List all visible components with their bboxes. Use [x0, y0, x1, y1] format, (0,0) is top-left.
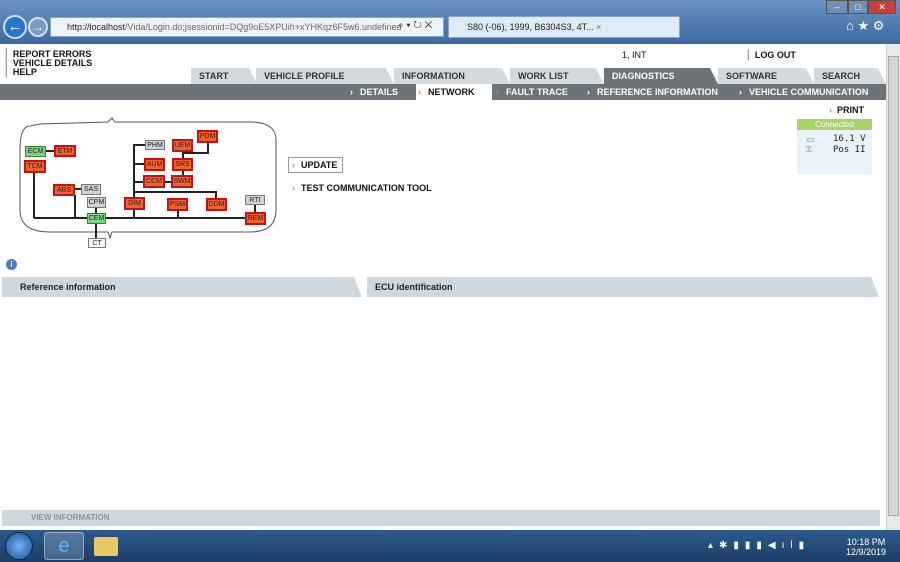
home-star-gear-icons[interactable]: ⌂ ★ ⚙: [846, 18, 884, 34]
back-arrow-icon[interactable]: ←: [3, 15, 27, 39]
ecu-node-phm[interactable]: PHM: [145, 140, 165, 150]
ignition-value: Pos II: [833, 145, 866, 155]
subtab-reference-information[interactable]: REFERENCE INFORMATION: [585, 84, 725, 101]
logout-link[interactable]: LOG OUT: [748, 50, 796, 61]
subtab-network[interactable]: NETWORK: [416, 84, 492, 101]
ecu-node-uem[interactable]: UEM: [172, 139, 193, 152]
ecu-node-swm[interactable]: SWM: [171, 175, 193, 188]
clock-date: 12/9/2019: [845, 547, 887, 557]
ecu-node-abs[interactable]: ABS: [53, 184, 75, 196]
minimize-button[interactable]: –: [826, 0, 848, 14]
subtab-details[interactable]: DETAILS: [348, 84, 414, 101]
scrollbar[interactable]: [886, 44, 900, 530]
ecu-node-rti[interactable]: RTI: [245, 195, 265, 205]
forward-arrow-icon[interactable]: →: [28, 17, 48, 37]
update-button[interactable]: › UPDATE: [288, 157, 343, 173]
maximize-button[interactable]: □: [848, 0, 868, 14]
voltage-value: 16.1 V: [833, 134, 866, 144]
internet-explorer-taskbar-icon[interactable]: e: [44, 532, 84, 560]
help-link[interactable]: HELP: [6, 67, 37, 78]
ecu-node-srs[interactable]: SRS: [172, 158, 193, 171]
connected-badge: Connected: [797, 119, 872, 130]
tab-title: S80 (-06), 1999, B6304S3, 4T...: [467, 22, 594, 32]
tab-software[interactable]: SOFTWARE: [718, 68, 814, 84]
file-explorer-taskbar-icon[interactable]: [94, 537, 118, 556]
ecu-node-psm[interactable]: PSM: [167, 198, 188, 211]
clock-time: 10:18 PM: [846, 537, 886, 547]
print-label: PRINT: [837, 105, 864, 115]
ecu-node-ecm[interactable]: ECM: [25, 146, 46, 157]
close-tab-icon[interactable]: ×: [596, 22, 601, 32]
tab-work-list[interactable]: WORK LIST: [510, 68, 604, 84]
test-communication-tool-link[interactable]: › TEST COMMUNICATION TOOL: [292, 183, 432, 193]
tab-start[interactable]: START: [191, 68, 257, 84]
print-link[interactable]: › PRINT: [829, 105, 864, 115]
ecu-node-aum[interactable]: AUM: [144, 158, 165, 171]
info-icon[interactable]: i: [6, 259, 17, 270]
ecu-node-tcm[interactable]: TCM: [24, 160, 46, 173]
ecu-node-ct[interactable]: CT: [88, 238, 106, 248]
url-host: http://localhost: [67, 22, 126, 32]
subtab-fault-trace[interactable]: FAULT TRACE: [494, 84, 584, 101]
close-window-button[interactable]: ✕: [868, 0, 896, 14]
browser-tab[interactable]: S80 (-06), 1999, B6304S3, 4T... ×: [448, 16, 680, 38]
tab-vehicle-profile[interactable]: VEHICLE PROFILE: [256, 68, 394, 84]
subtab-vehicle-communication[interactable]: VEHICLE COMMUNICATION: [737, 84, 877, 101]
ecu-node-pdm[interactable]: PDM: [197, 130, 218, 143]
tab-diagnostics[interactable]: DIAGNOSTICS: [604, 68, 718, 84]
tab-information[interactable]: INFORMATION: [394, 68, 510, 84]
ecu-node-dim[interactable]: DIM: [124, 197, 145, 210]
search-refresh-stop-icons[interactable]: ⌕ ▾ ↻ ✕: [398, 20, 432, 31]
ecu-node-ccm[interactable]: CCM: [143, 175, 165, 188]
start-button[interactable]: [5, 532, 33, 560]
clock[interactable]: 10:18 PM 12/9/2019: [836, 537, 896, 557]
user-label: 1, INT: [622, 50, 647, 60]
ecu-node-sas[interactable]: SAS: [81, 184, 101, 195]
battery-icon: ▭: [806, 134, 815, 144]
ecu-node-etm[interactable]: ETM: [54, 145, 76, 157]
ecu-node-rem[interactable]: REM: [245, 212, 266, 225]
ignition-key-icon: ⚿: [806, 145, 813, 154]
test-comm-label: TEST COMMUNICATION TOOL: [301, 183, 432, 193]
update-label: UPDATE: [301, 160, 338, 170]
reference-information-header: Reference information: [2, 277, 362, 297]
connection-status-box: Connected ▭ ⚿ 16.1 V Pos II: [797, 119, 872, 174]
ecu-identification-header: ECU identification: [367, 277, 879, 297]
address-bar[interactable]: http://localhost/Vida/Login.do;jsessioni…: [50, 17, 444, 37]
system-tray-icons[interactable]: ▴✱▮▮▮◀ıl▮: [708, 540, 810, 551]
ecu-node-ddm[interactable]: DDM: [206, 198, 227, 211]
tab-search[interactable]: SEARCH: [814, 68, 886, 84]
ecu-node-cem[interactable]: CEM: [87, 213, 106, 224]
url-path: /Vida/Login.do;jsessionid=DQg9oE5XPUih+x…: [125, 22, 402, 32]
ecu-node-cpm[interactable]: CPM: [87, 197, 106, 208]
view-information-button[interactable]: VIEW INFORMATION: [2, 510, 880, 526]
